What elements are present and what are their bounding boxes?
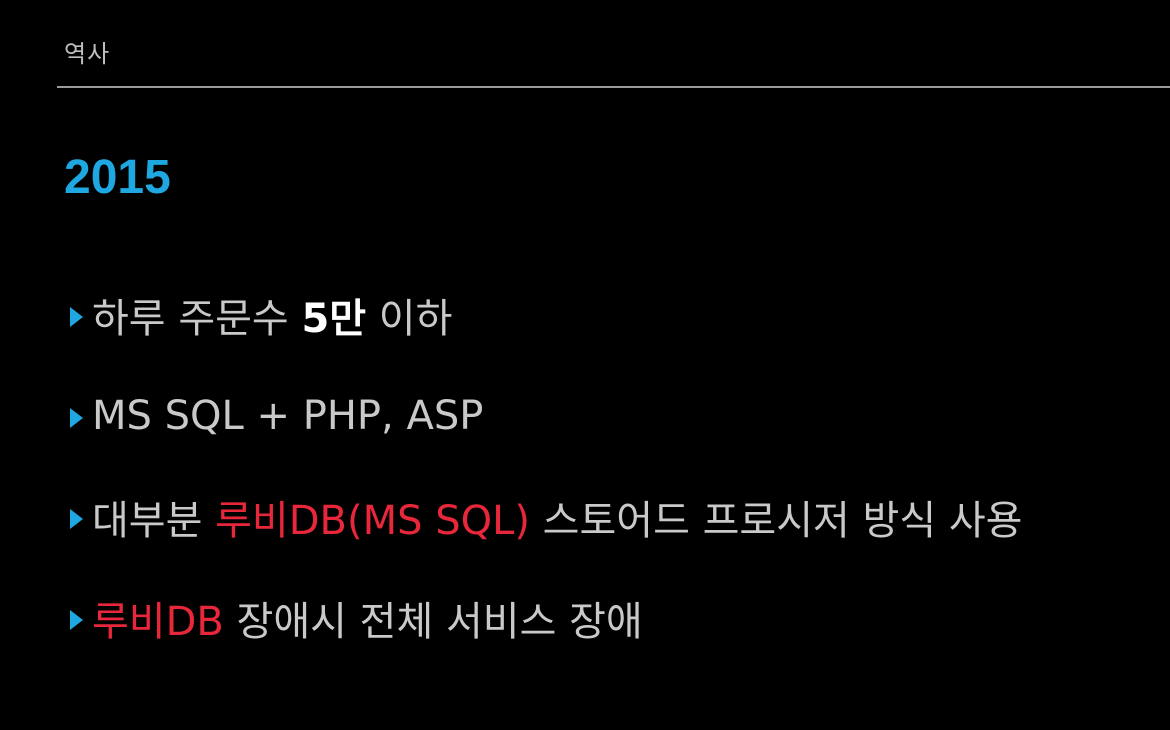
- bullet-text: 이하: [366, 296, 453, 342]
- bullet-item: 루비DB 장애시 전체 서비스 장애: [70, 587, 1022, 649]
- bullet-text: 대부분: [92, 498, 216, 544]
- slide: 역사 2015 하루 주문수 5만 이하 MS SQL + PHP, ASP 대…: [0, 0, 1170, 730]
- bullet-list: 하루 주문수 5만 이하 MS SQL + PHP, ASP 대부분 루비DB(…: [70, 284, 1022, 688]
- triangle-right-icon: [70, 408, 83, 428]
- triangle-right-icon: [70, 509, 83, 529]
- header-divider: [57, 86, 1170, 88]
- bullet-text: 장애시 전체 서비스 장애: [223, 599, 643, 645]
- bullet-text-emphasis: 5만: [301, 296, 367, 342]
- triangle-right-icon: [70, 307, 83, 327]
- section-label: 역사: [64, 40, 111, 68]
- slide-title-year: 2015: [64, 151, 171, 204]
- bullet-item: 하루 주문수 5만 이하: [70, 284, 1022, 346]
- bullet-item: 대부분 루비DB(MS SQL) 스토어드 프로시저 방식 사용: [70, 486, 1022, 548]
- bullet-text: 하루 주문수: [92, 296, 302, 342]
- bullet-text-highlight: 루비DB(MS SQL): [215, 498, 530, 544]
- bullet-text-highlight: 루비DB: [92, 599, 224, 645]
- bullet-item: MS SQL + PHP, ASP: [70, 385, 1022, 447]
- bullet-text: 스토어드 프로시저 방식 사용: [529, 498, 1023, 544]
- bullet-text: MS SQL + PHP, ASP: [92, 393, 484, 439]
- triangle-right-icon: [70, 610, 83, 630]
